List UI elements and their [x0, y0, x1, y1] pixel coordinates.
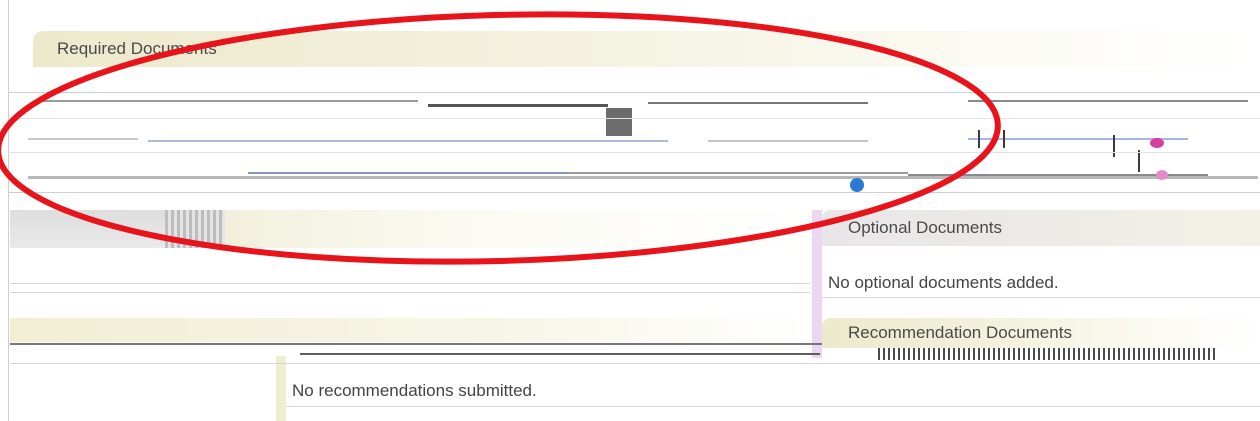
optional-documents-empty-message: No optional documents added.: [828, 273, 1059, 292]
left-panel-fragment-stripes: [165, 210, 225, 248]
recommendations-empty-message: No recommendations submitted.: [292, 381, 537, 400]
optional-documents-header: Optional Documents: [822, 210, 1260, 246]
required-documents-table: [8, 80, 1260, 208]
required-documents-header: Required Documents: [33, 31, 1260, 67]
left-lower-header-fragment: [10, 318, 810, 342]
optional-documents-title: Optional Documents: [848, 218, 1003, 237]
recommendation-documents-title: Recommendation Documents: [848, 323, 1072, 342]
left-panel-fragment-header: [225, 210, 815, 248]
recommendations-side-bar: [276, 356, 286, 421]
recommendation-documents-header: Recommendation Documents: [822, 318, 1260, 348]
required-documents-title: Required Documents: [57, 39, 217, 58]
column-divider: [812, 210, 822, 358]
reco-header-glitch: [878, 346, 1218, 360]
